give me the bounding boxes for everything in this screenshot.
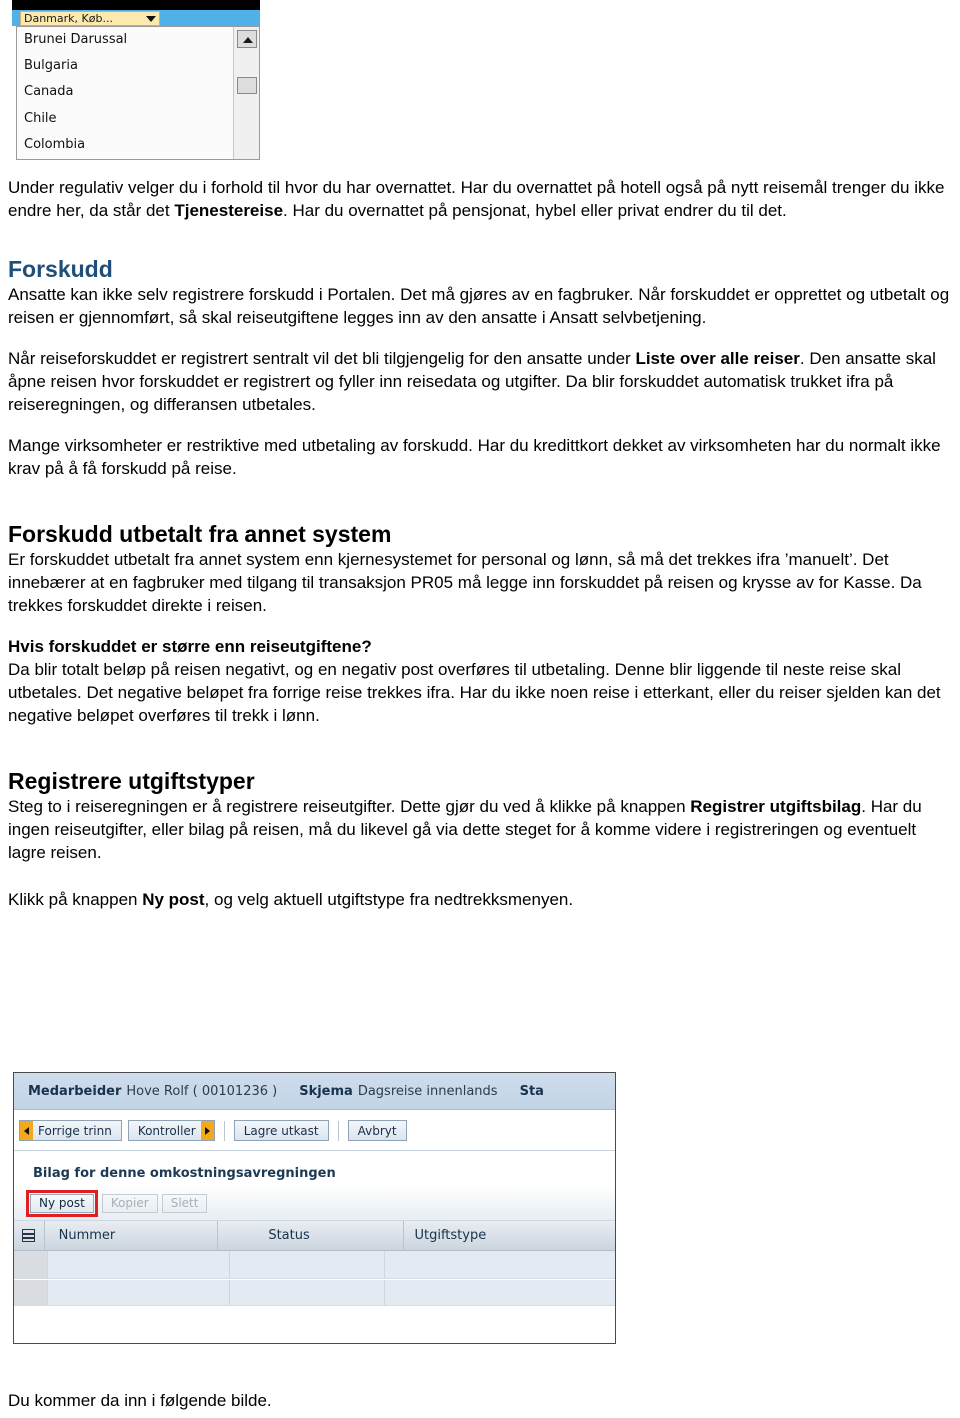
check-button[interactable]: Kontroller [127, 1120, 215, 1141]
form-header-bar: Medarbeider Hove Rolf ( 00101236 ) Skjem… [14, 1073, 615, 1110]
status-label: Sta [519, 1083, 544, 1099]
employee-value: Hove Rolf ( 00101236 ) [126, 1083, 278, 1099]
country-combobox[interactable]: Danmark, Køb... [20, 11, 160, 26]
save-draft-label: Lagre utkast [243, 1123, 319, 1138]
document-body: Under regulativ velger du i forhold til … [8, 176, 952, 911]
country-dropdown-screenshot: Danmark, Køb... Brunei Darussal Bulgaria… [12, 0, 260, 162]
table-settings-cell[interactable] [14, 1221, 45, 1250]
prev-step-button[interactable]: Forrige trinn [19, 1120, 122, 1141]
check-label: Kontroller [137, 1123, 196, 1138]
table-header-row: Nummer Status Utgiftstype [14, 1221, 615, 1251]
scrollbar-thumb[interactable] [237, 77, 257, 94]
list-item[interactable]: Chile [24, 112, 57, 125]
column-header-utgiftstype[interactable]: Utgiftstype [404, 1221, 615, 1250]
paragraph-registrere-part1: Steg to i reiseregningen er å registrere… [8, 797, 691, 816]
paragraph-forskudd-1: Ansatte kan ikke selv registrere forskud… [8, 285, 950, 327]
delete-label: Slett [170, 1196, 199, 1210]
cancel-label: Avbryt [357, 1123, 397, 1138]
paragraph-ny-post-bold: Ny post [142, 890, 205, 909]
table-grid-icon[interactable] [22, 1229, 36, 1242]
row-cell-nummer [48, 1280, 230, 1305]
paragraph-forskudd-2-part1: Når reiseforskuddet er registrert sentra… [8, 349, 636, 368]
row-cell-nummer [48, 1251, 230, 1278]
list-item[interactable]: Canada [24, 85, 73, 98]
country-listbox[interactable]: Brunei Darussal Bulgaria Canada Chile Co… [16, 26, 260, 160]
form-toolbar: Forrige trinn Kontroller Lagre utkast Av… [14, 1111, 615, 1151]
delete-button[interactable]: Slett [161, 1193, 208, 1213]
new-post-button[interactable]: Ny post [30, 1193, 94, 1213]
new-post-highlight-box: Ny post [26, 1189, 98, 1217]
row-marker-cell [14, 1280, 48, 1305]
table-row[interactable] [14, 1251, 615, 1279]
prev-step-label: Forrige trinn [38, 1123, 112, 1138]
employee-label: Medarbeider [28, 1083, 122, 1099]
paragraph-regulativ-part2: . Har du overnattet på pensjonat, hybel … [283, 201, 787, 220]
row-cell-utgiftstype [385, 1280, 614, 1305]
scroll-up-arrow-icon[interactable] [237, 30, 257, 48]
heading-forskudd: Forskudd [8, 256, 113, 282]
paragraph-storre: Da blir totalt beløp på reisen negativt,… [8, 660, 941, 725]
paragraph-regulativ-bold: Tjenestereise [174, 201, 284, 220]
heading-annet-system: Forskudd utbetalt fra annet system [8, 521, 392, 547]
expense-form-screenshot: Medarbeider Hove Rolf ( 00101236 ) Skjem… [13, 1072, 616, 1344]
paragraph-registrere-bold: Registrer utgiftsbilag [690, 797, 862, 816]
table-row[interactable] [14, 1280, 615, 1306]
column-header-status[interactable]: Status [218, 1221, 405, 1250]
arrow-right-icon [200, 1121, 214, 1140]
heading-registrere: Registrere utgiftstyper [8, 768, 255, 794]
paragraph-forskudd-2: Når reiseforskuddet er registrert sentra… [8, 347, 952, 416]
save-draft-button[interactable]: Lagre utkast [233, 1120, 329, 1141]
paragraph-forskudd-2-bold: Liste over alle reiser [635, 349, 800, 368]
toolbar-divider [223, 1120, 225, 1141]
subheading-storre: Hvis forskuddet er større enn reiseutgif… [8, 637, 372, 656]
table-toolbar: Ny post Kopier Slett [14, 1186, 615, 1221]
copy-label: Kopier [110, 1196, 149, 1210]
paragraph-ny-post-part1: Klikk på knappen [8, 890, 143, 909]
paragraph-regulativ: Under regulativ velger du i forhold til … [8, 176, 952, 222]
row-cell-utgiftstype [385, 1251, 614, 1278]
chevron-down-icon[interactable] [146, 16, 156, 22]
paragraph-ny-post-part2: , og velg aktuell utgiftstype fra nedtre… [204, 890, 574, 909]
list-item[interactable]: Colombia [24, 138, 85, 151]
country-combobox-value: Danmark, Køb... [24, 12, 113, 25]
new-post-label: Ny post [39, 1196, 85, 1210]
paragraph-annet-system: Er forskuddet utbetalt fra annet system … [8, 550, 922, 615]
toolbar-divider [337, 1120, 339, 1141]
section-title: Bilag for denne omkostningsavregningen [33, 1166, 336, 1181]
form-value: Dagsreise innenlands [357, 1083, 498, 1099]
paragraph-ny-post: Klikk på knappen Ny post, og velg aktuel… [8, 888, 952, 911]
column-header-nummer[interactable]: Nummer [45, 1221, 219, 1250]
window-title-strip [12, 0, 260, 10]
row-marker-cell [14, 1251, 48, 1278]
row-cell-status [230, 1280, 385, 1305]
caption-bottom: Du kommer da inn i følgende bilde. [8, 1391, 272, 1410]
row-cell-status [230, 1251, 385, 1278]
copy-button[interactable]: Kopier [101, 1193, 158, 1213]
paragraph-forskudd-3: Mange virksomheter er restriktive med ut… [8, 436, 941, 478]
list-item[interactable]: Brunei Darussal [24, 33, 127, 46]
arrow-left-icon [20, 1121, 33, 1140]
listbox-scrollbar[interactable] [233, 27, 259, 159]
paragraph-registrere: Steg to i reiseregningen er å registrere… [8, 795, 952, 864]
list-item[interactable]: Bulgaria [24, 59, 78, 72]
cancel-button[interactable]: Avbryt [347, 1120, 407, 1141]
form-label: Skjema [299, 1083, 353, 1099]
